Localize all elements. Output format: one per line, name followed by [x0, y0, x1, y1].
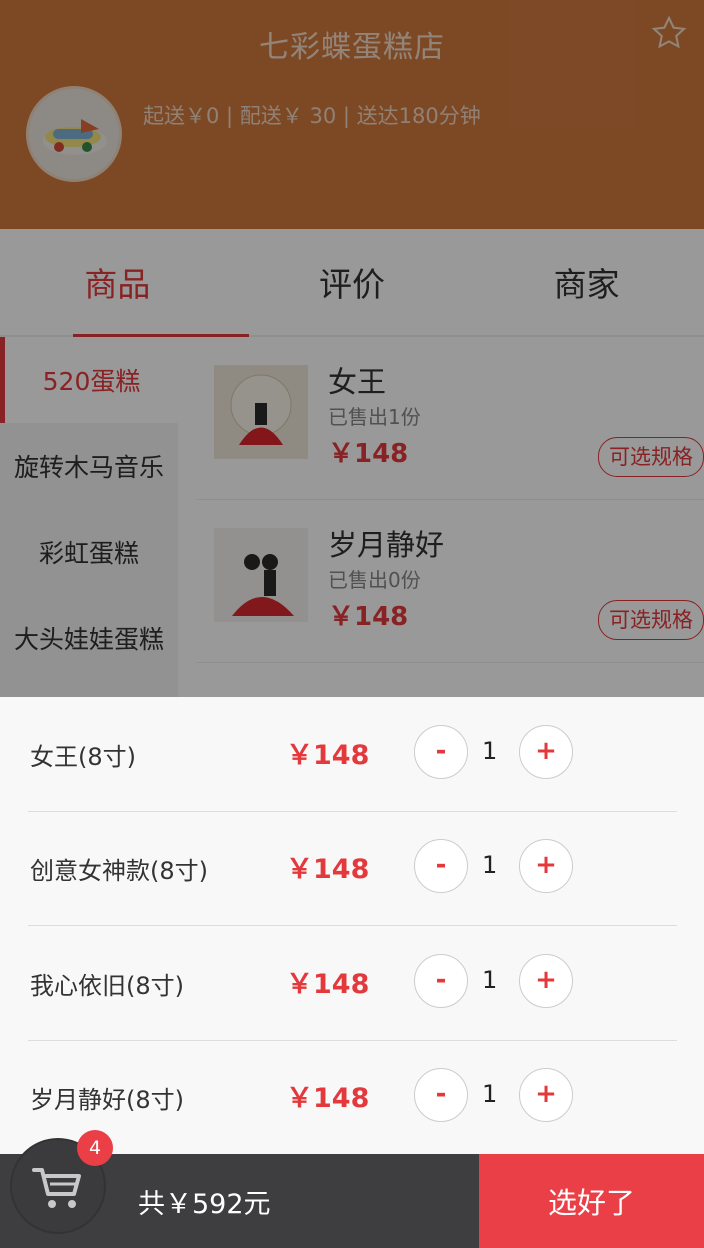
increase-button[interactable]: + — [519, 1068, 573, 1122]
cart-total: 共￥592元 — [138, 1189, 271, 1220]
increase-button[interactable]: + — [519, 954, 573, 1008]
cart-item-price: ￥148 — [286, 1083, 370, 1114]
cart-item-qty: 1 — [482, 966, 498, 994]
cart-item-price: ￥148 — [286, 740, 370, 771]
cart-item: 女王(8寸) ￥148 - 1 + — [28, 697, 677, 812]
cart-item-name: 我心依旧(8寸) — [30, 972, 184, 1000]
cart-item-name: 女王(8寸) — [30, 743, 136, 771]
cart-item-price: ￥148 — [286, 969, 370, 1000]
increase-button[interactable]: + — [519, 725, 573, 779]
decrease-button[interactable]: - — [414, 725, 468, 779]
cart-panel: 女王(8寸) ￥148 - 1 + 创意女神款(8寸) ￥148 - 1 + 我… — [0, 697, 704, 1154]
cart-item: 创意女神款(8寸) ￥148 - 1 + — [28, 811, 677, 926]
cart-item: 我心依旧(8寸) ￥148 - 1 + — [28, 926, 677, 1041]
modal-overlay[interactable] — [0, 0, 704, 697]
cart-item-price: ￥148 — [286, 854, 370, 885]
increase-button[interactable]: + — [519, 839, 573, 893]
decrease-button[interactable]: - — [414, 1068, 468, 1122]
cart-item-qty: 1 — [482, 851, 498, 879]
bottom-bar: 共￥592元 选好了 — [0, 1154, 704, 1248]
cart-badge: 4 — [77, 1130, 113, 1166]
confirm-button[interactable]: 选好了 — [479, 1154, 704, 1248]
decrease-button[interactable]: - — [414, 954, 468, 1008]
decrease-button[interactable]: - — [414, 839, 468, 893]
cart-item-qty: 1 — [482, 737, 498, 765]
cart-item-name: 岁月静好(8寸) — [30, 1086, 184, 1114]
cart-item-name: 创意女神款(8寸) — [30, 857, 208, 885]
cart-item: 岁月静好(8寸) ￥148 - 1 + — [28, 1040, 677, 1154]
cart-item-qty: 1 — [482, 1080, 498, 1108]
